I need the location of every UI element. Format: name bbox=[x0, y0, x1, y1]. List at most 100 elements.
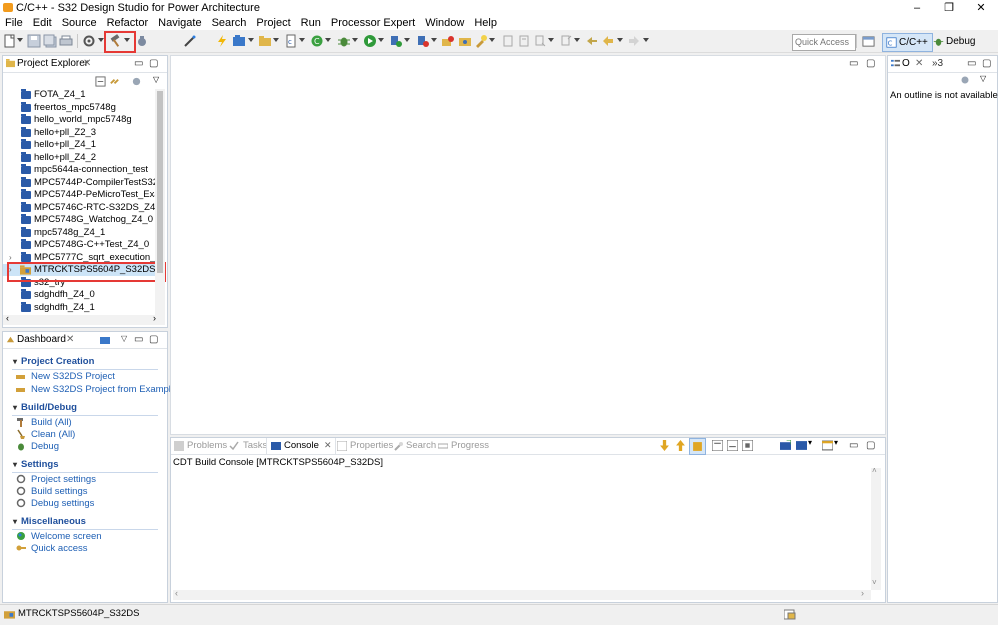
new-folder-icon[interactable] bbox=[258, 34, 272, 48]
tree-vertical-scrollbar[interactable] bbox=[155, 89, 165, 315]
run-icon[interactable] bbox=[363, 34, 377, 48]
menu-refactor[interactable]: Refactor bbox=[102, 16, 154, 30]
new-project-caret[interactable] bbox=[248, 38, 254, 42]
maximize-button[interactable]: ❐ bbox=[934, 0, 964, 16]
new-file-icon[interactable]: c bbox=[284, 34, 298, 48]
project-item[interactable]: mpc5644a-connection_test bbox=[3, 164, 155, 176]
link-with-editor-icon[interactable] bbox=[109, 76, 120, 87]
project-item[interactable]: hello_world_mpc5748g bbox=[3, 114, 155, 126]
dashboard-maximize[interactable]: ▢ bbox=[149, 334, 158, 345]
dashboard-minimize[interactable]: ▭ bbox=[134, 334, 143, 345]
view-menu-chevron-down-icon[interactable]: ▽ bbox=[121, 334, 127, 343]
gear-icon[interactable] bbox=[82, 34, 96, 48]
scroll-down-arrow-icon[interactable] bbox=[659, 440, 670, 451]
stop-icon[interactable] bbox=[416, 34, 430, 48]
project-explorer-minimize[interactable]: ▭ bbox=[134, 58, 143, 69]
print-icon[interactable] bbox=[59, 34, 73, 48]
outline-minimize[interactable]: ▭ bbox=[967, 58, 976, 69]
scroll-right-chevron-icon[interactable]: › bbox=[153, 313, 156, 323]
console-vertical-scrollbar[interactable]: ˄ ˅ bbox=[871, 466, 881, 590]
project-item[interactable]: hello+pll_Z2_3 bbox=[3, 126, 155, 139]
project-item[interactable]: MPC5744P-PeMicroTest_Example bbox=[3, 189, 155, 201]
next-annotation-icon[interactable] bbox=[533, 34, 547, 48]
scroll-left-chevron-icon[interactable]: ‹ bbox=[6, 313, 9, 323]
dashboard-welcome-screen-link[interactable]: Welcome screen bbox=[31, 531, 102, 542]
project-item[interactable]: mpc5748g_Z4_1 bbox=[3, 226, 155, 239]
scroll-down-chevron-icon[interactable]: ˅ bbox=[872, 578, 877, 587]
outline-maximize[interactable]: ▢ bbox=[982, 58, 991, 69]
scroll-lock-toggle[interactable] bbox=[689, 438, 706, 455]
new-file-caret[interactable] bbox=[299, 38, 305, 42]
project-item[interactable]: MPC5748G_Watchog_Z4_0 bbox=[3, 214, 155, 226]
perspective-debug[interactable]: Debug bbox=[930, 33, 979, 50]
save-all-icon[interactable] bbox=[43, 34, 57, 48]
outline-tab-label[interactable]: O bbox=[902, 58, 910, 69]
section-project-creation[interactable]: Project Creation bbox=[13, 356, 94, 367]
scroll-up-arrow-icon[interactable] bbox=[675, 440, 686, 451]
new-console-caret[interactable]: ▾ bbox=[834, 438, 838, 447]
new-class-icon[interactable]: C bbox=[310, 34, 324, 48]
search-flashlight-icon[interactable] bbox=[474, 34, 488, 48]
dashboard-new-project-example-link[interactable]: New S32DS Project from Example bbox=[31, 384, 176, 395]
tab-problems[interactable]: Problems bbox=[187, 440, 227, 451]
dashboard-debug-settings-link[interactable]: Debug settings bbox=[31, 498, 94, 509]
console-close-icon[interactable]: ✕ bbox=[324, 440, 332, 451]
view-menu-chevron-down-icon[interactable]: ▽ bbox=[153, 75, 159, 84]
new-project-icon[interactable] bbox=[232, 34, 246, 48]
perspective-cpp[interactable]: C C/C++ bbox=[882, 33, 933, 52]
toggle-mark-icon[interactable] bbox=[501, 34, 515, 48]
tree-scroll-thumb[interactable] bbox=[157, 91, 163, 273]
menu-edit[interactable]: Edit bbox=[28, 16, 57, 30]
menu-navigate[interactable]: Navigate bbox=[153, 16, 206, 30]
menu-processor-expert[interactable]: Processor Expert bbox=[326, 16, 420, 30]
section-miscellaneous[interactable]: Miscellaneous bbox=[13, 516, 86, 527]
outline-tab-overflow[interactable]: »3 bbox=[932, 58, 943, 69]
menu-source[interactable]: Source bbox=[57, 16, 102, 30]
project-item[interactable]: MPC5744P-CompilerTestS32DS12 bbox=[3, 176, 155, 189]
run-caret[interactable] bbox=[378, 38, 384, 42]
filter-icon[interactable] bbox=[131, 76, 142, 87]
back-icon[interactable] bbox=[601, 34, 615, 48]
editor-maximize[interactable]: ▢ bbox=[866, 58, 875, 69]
tab-properties[interactable]: Properties bbox=[350, 440, 393, 451]
minimize-button[interactable]: – bbox=[902, 0, 932, 16]
quick-access-input[interactable] bbox=[792, 34, 856, 51]
debug-config-icon[interactable] bbox=[135, 34, 149, 48]
wand-icon[interactable] bbox=[183, 34, 197, 48]
dashboard-build-link[interactable]: Build (All) bbox=[31, 417, 72, 428]
tree-horizontal-scrollbar[interactable]: ‹ › bbox=[3, 313, 165, 325]
dashboard-new-project-link[interactable]: New S32DS Project bbox=[31, 371, 115, 382]
new-class-caret[interactable] bbox=[325, 38, 331, 42]
menu-file[interactable]: File bbox=[0, 16, 28, 30]
display-console-icon[interactable] bbox=[780, 440, 791, 451]
scroll-up-chevron-icon[interactable]: ˄ bbox=[872, 466, 877, 475]
view-menu-chevron-down-icon[interactable]: ▽ bbox=[980, 74, 986, 83]
save-icon[interactable] bbox=[27, 34, 41, 48]
section-build-debug[interactable]: Build/Debug bbox=[13, 402, 77, 413]
close-button[interactable]: ✕ bbox=[966, 0, 996, 16]
collapse-all-icon[interactable] bbox=[95, 76, 106, 87]
tab-progress[interactable]: Progress bbox=[451, 440, 489, 451]
console-minimize[interactable]: ▭ bbox=[849, 440, 858, 451]
project-item[interactable]: MPC5746C-RTC-S32DS_Z4 bbox=[3, 201, 155, 214]
section-settings[interactable]: Settings bbox=[13, 459, 58, 470]
forward-icon[interactable] bbox=[627, 34, 641, 48]
menu-run[interactable]: Run bbox=[296, 16, 326, 30]
dashboard-toolbar-icon[interactable] bbox=[100, 335, 110, 345]
editor-area[interactable]: ▭ ▢ bbox=[170, 55, 886, 435]
console-maximize[interactable]: ▢ bbox=[866, 440, 875, 451]
dashboard-close-icon[interactable]: ✕ bbox=[66, 334, 74, 345]
forward-caret[interactable] bbox=[643, 38, 649, 42]
project-item[interactable]: FOTA_Z4_1 bbox=[3, 89, 155, 101]
project-item[interactable]: hello+pll_Z4_2 bbox=[3, 151, 155, 164]
open-perspective-icon[interactable] bbox=[862, 35, 875, 48]
pin-console-icon[interactable] bbox=[742, 440, 753, 451]
status-progress-icon[interactable] bbox=[784, 609, 796, 620]
clear-console-icon[interactable] bbox=[712, 440, 723, 451]
project-explorer-close-icon[interactable]: ✕ bbox=[83, 58, 91, 69]
new-icon[interactable] bbox=[3, 34, 17, 48]
tab-search[interactable]: Search bbox=[406, 440, 436, 451]
stop-caret[interactable] bbox=[431, 38, 437, 42]
project-item[interactable]: freertos_mpc5748g bbox=[3, 101, 155, 114]
new-console-icon[interactable] bbox=[822, 440, 833, 451]
